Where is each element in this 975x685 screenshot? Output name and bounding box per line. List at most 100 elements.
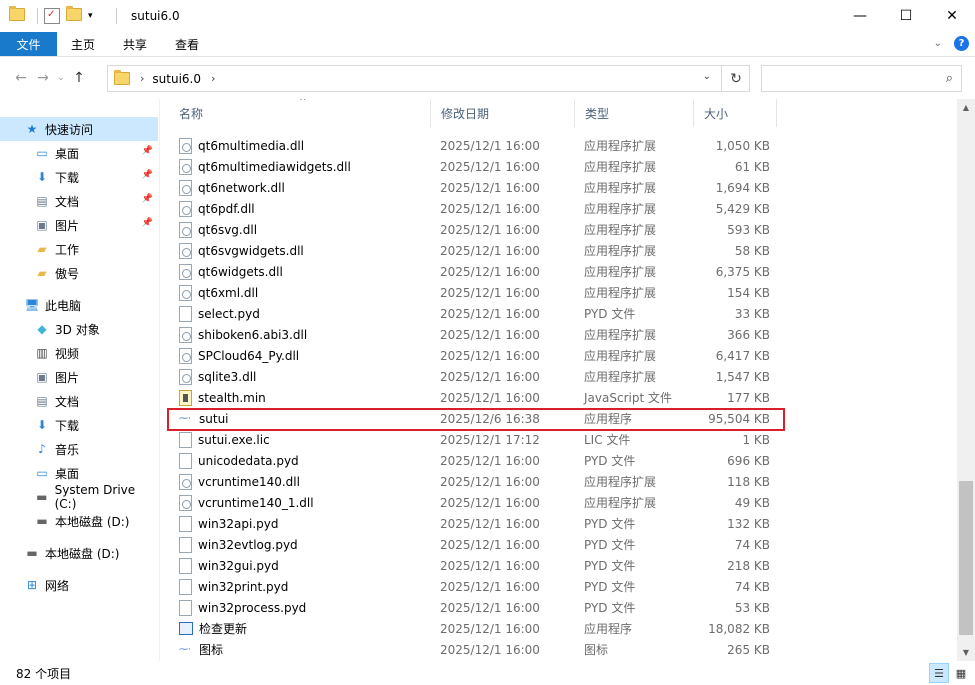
table-row[interactable]: qt6svg.dll 2025/12/1 16:00 应用程序扩展 593 KB	[169, 219, 957, 240]
maximize-button[interactable]: ☐	[883, 0, 929, 32]
sidebar-item[interactable]: ▥ 视频	[0, 341, 158, 365]
table-row[interactable]: stealth.min 2025/12/1 16:00 JavaScript 文件 1…	[169, 387, 957, 408]
scroll-down-icon[interactable]: ▼	[957, 644, 975, 661]
sidebar-item[interactable]: ▬ System Drive (C:)	[0, 483, 158, 511]
sidebar-item[interactable]: ▬ 本地磁盘 (D:)	[0, 509, 158, 533]
sidebar-item-label: 傲号	[55, 266, 80, 281]
file-date: 2025/12/1 16:00	[440, 621, 540, 636]
sidebar-item[interactable]: 🖥 此电脑	[0, 293, 158, 317]
table-row[interactable]: qt6multimediawidgets.dll 2025/12/1 16:00 应…	[169, 156, 957, 177]
table-row[interactable]: vcruntime140.dll 2025/12/1 16:00 应用程序扩展 118…	[169, 471, 957, 492]
sidebar-item[interactable]: ▭ 桌面	[0, 461, 158, 485]
file-name: unicodedata.pyd	[198, 453, 299, 468]
file-size: 1,050 KB	[715, 138, 770, 153]
dll-file-icon	[179, 326, 192, 343]
back-button[interactable]: ←	[10, 70, 32, 86]
file-date: 2025/12/1 16:00	[440, 306, 540, 321]
new-folder-icon[interactable]	[66, 6, 82, 24]
forward-button[interactable]: →	[32, 70, 54, 86]
file-date: 2025/12/1 16:00	[440, 327, 540, 342]
minimize-button[interactable]: —	[837, 0, 883, 32]
file-size: 95,504 KB	[708, 411, 770, 426]
sidebar-item-label: 网络	[45, 578, 70, 593]
search-input[interactable]: ⌕	[761, 65, 962, 92]
up-button[interactable]: ↑	[68, 70, 90, 86]
breadcrumb-separator-icon[interactable]: ›	[140, 72, 144, 85]
table-row[interactable]: SPCloud64_Py.dll 2025/12/1 16:00 应用程序扩展 6,4…	[169, 345, 957, 366]
file-type: PYD 文件	[584, 307, 636, 321]
file-name: qt6xml.dll	[198, 285, 259, 300]
table-row[interactable]: ⁓· 图标 2025/12/1 16:00 图标 265 KB	[169, 639, 957, 660]
sidebar-item[interactable]: ▬ 本地磁盘 (D:)	[0, 541, 158, 565]
close-button[interactable]: ✕	[929, 0, 975, 32]
file-date: 2025/12/1 16:00	[440, 537, 540, 552]
sidebar-item[interactable]: ⊞ 网络	[0, 573, 158, 597]
vertical-scrollbar[interactable]: ▲ ▼	[957, 99, 975, 661]
breadcrumb-item[interactable]: sutui6.0	[152, 72, 201, 86]
tab-view[interactable]: 查看	[161, 32, 213, 56]
file-date: 2025/12/1 16:00	[440, 264, 540, 279]
sidebar-item[interactable]: ⬇ 下载	[0, 413, 158, 437]
table-row[interactable]: qt6xml.dll 2025/12/1 16:00 应用程序扩展 154 KB	[169, 282, 957, 303]
file-name-cell: qt6svg.dll	[179, 219, 257, 240]
address-bar[interactable]: › sutui6.0 › ⌄	[107, 65, 750, 92]
address-dropdown-icon[interactable]: ⌄	[703, 71, 711, 82]
table-row[interactable]: shiboken6.abi3.dll 2025/12/1 16:00 应用程序扩展 3…	[169, 324, 957, 345]
scroll-up-icon[interactable]: ▲	[957, 99, 975, 116]
title-bar: ✓ ▾ sutui6.0 — ☐ ✕	[0, 0, 975, 32]
table-row[interactable]: qt6pdf.dll 2025/12/1 16:00 应用程序扩展 5,429 KB	[169, 198, 957, 219]
table-row[interactable]: sqlite3.dll 2025/12/1 16:00 应用程序扩展 1,547 KB	[169, 366, 957, 387]
quick-access-toolbar: ✓ ▾	[0, 0, 123, 32]
help-icon[interactable]: ?	[954, 36, 969, 51]
table-row[interactable]: qt6widgets.dll 2025/12/1 16:00 应用程序扩展 6,375…	[169, 261, 957, 282]
recent-locations-button[interactable]: ⌄	[54, 73, 68, 83]
sidebar-item[interactable]: ▤ 文档	[0, 389, 158, 413]
table-row[interactable]: win32api.pyd 2025/12/1 16:00 PYD 文件 132 KB	[169, 513, 957, 534]
table-row[interactable]: win32process.pyd 2025/12/1 16:00 PYD 文件 53 …	[169, 597, 957, 618]
file-date: 2025/12/1 17:12	[440, 432, 540, 447]
ribbon-tabs: 文件 主页 共享 查看 ⌄ ?	[0, 32, 975, 57]
table-row[interactable]: vcruntime140_1.dll 2025/12/1 16:00 应用程序扩展 4…	[169, 492, 957, 513]
table-row[interactable]: unicodedata.pyd 2025/12/1 16:00 PYD 文件 696 …	[169, 450, 957, 471]
dll-file-icon	[179, 158, 192, 175]
table-row[interactable]	[169, 117, 957, 127]
large-icons-view-icon[interactable]: ▦	[951, 663, 971, 683]
details-view-icon[interactable]: ☰	[929, 663, 949, 683]
sidebar-item[interactable]: ◆ 3D 对象	[0, 317, 158, 341]
tab-share[interactable]: 共享	[109, 32, 161, 56]
customize-toolbar-icon[interactable]: ▾	[88, 8, 104, 24]
refresh-button[interactable]: ↻	[721, 65, 750, 92]
sidebar-item[interactable]: ▰ 工作	[0, 237, 158, 261]
folder-icon	[9, 6, 25, 24]
sidebar-item[interactable]: ♪ 音乐	[0, 437, 158, 461]
breadcrumb-separator-icon[interactable]: ›	[211, 72, 215, 85]
scrollbar-thumb[interactable]	[959, 481, 973, 635]
properties-icon[interactable]: ✓	[44, 8, 60, 24]
table-row[interactable]: qt6network.dll 2025/12/1 16:00 应用程序扩展 1,694…	[169, 177, 957, 198]
sidebar-item[interactable]: ⬇ 下载 📌	[0, 165, 158, 189]
tab-file[interactable]: 文件	[0, 32, 57, 56]
file-name-cell: qt6network.dll	[179, 177, 285, 198]
tab-home[interactable]: 主页	[57, 32, 109, 56]
sidebar-item[interactable]: ▭ 桌面 📌	[0, 141, 158, 165]
table-row[interactable]: win32gui.pyd 2025/12/1 16:00 PYD 文件 218 KB	[169, 555, 957, 576]
table-row[interactable]: sutui.exe.lic 2025/12/1 17:12 LIC 文件 1 KB	[169, 429, 957, 450]
chevron-down-icon[interactable]: ⌄	[934, 38, 942, 49]
table-row[interactable]: 检查更新 2025/12/1 16:00 应用程序 18,082 KB	[169, 618, 957, 639]
table-row[interactable]: win32print.pyd 2025/12/1 16:00 PYD 文件 74 KB	[169, 576, 957, 597]
table-row[interactable]: win32evtlog.pyd 2025/12/1 16:00 PYD 文件 74 K…	[169, 534, 957, 555]
sidebar-item-label: 桌面	[55, 466, 80, 481]
divider	[37, 8, 38, 24]
sidebar-item[interactable]: ▤ 文档 📌	[0, 189, 158, 213]
sidebar-item[interactable]: ▣ 图片 📌	[0, 213, 158, 237]
table-row[interactable]: qt6multimedia.dll 2025/12/1 16:00 应用程序扩展 1,…	[169, 135, 957, 156]
table-row[interactable]: ⁓· sutui 2025/12/6 16:38 应用程序 95,504 KB	[169, 408, 957, 429]
dll-file-icon	[179, 179, 192, 196]
table-row[interactable]: select.pyd 2025/12/1 16:00 PYD 文件 33 KB	[169, 303, 957, 324]
sidebar-item[interactable]: ★ 快速访问	[0, 117, 158, 141]
table-row[interactable]: qt6svgwidgets.dll 2025/12/1 16:00 应用程序扩展 58…	[169, 240, 957, 261]
sidebar-item[interactable]: ▰ 傲号	[0, 261, 158, 285]
file-name-cell: vcruntime140.dll	[179, 471, 300, 492]
file-name: 检查更新	[199, 622, 248, 636]
sidebar-item[interactable]: ▣ 图片	[0, 365, 158, 389]
